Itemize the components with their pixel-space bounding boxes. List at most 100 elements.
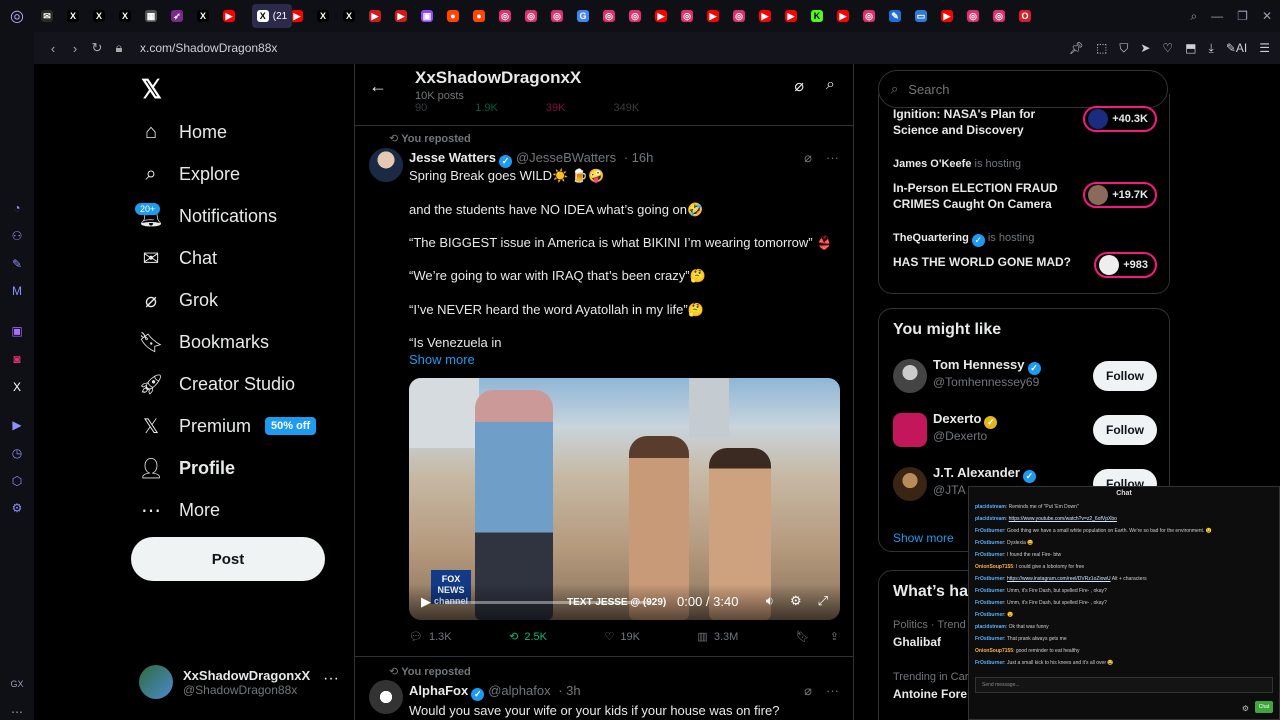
chat-username[interactable]: placidstream <box>975 516 1006 522</box>
space-title[interactable]: In-Person ELECTION FRAUD CRIMES Caught On… <box>893 180 1058 212</box>
download-icon[interactable]: ⤓ <box>1209 41 1214 56</box>
avatar[interactable] <box>369 148 403 182</box>
browser-tab[interactable]: ◎ <box>544 4 570 28</box>
video-player[interactable]: FOX NEWS channel ▶ TEXT JESSE @ (929) 0:… <box>409 378 840 620</box>
browser-tab[interactable]: ▶ <box>700 4 726 28</box>
grok-icon[interactable]: ⌀ <box>794 76 804 96</box>
back-arrow-icon[interactable]: ← <box>369 76 387 97</box>
play-icon[interactable]: ▶ <box>421 594 431 610</box>
volume-icon[interactable]: 🔉︎ <box>766 593 774 609</box>
fullscreen-icon[interactable]: ⤢ <box>818 593 828 609</box>
sidebar-settings-icon[interactable]: ⚙ <box>9 500 25 516</box>
sidebar-x-icon[interactable]: X <box>9 379 25 395</box>
more-dots-icon[interactable]: ··· <box>826 683 839 699</box>
sidebar-more-icon[interactable]: ⋯ <box>9 704 25 720</box>
browser-tab[interactable]: ◎ <box>596 4 622 28</box>
nav-item-bookmarks[interactable]: 🔖︎ Bookmarks <box>138 322 269 362</box>
browser-tab[interactable]: ▶ <box>934 4 960 28</box>
repost-count[interactable]: 1.9K <box>475 102 498 114</box>
space-listener-badge[interactable]: +983 <box>1094 252 1157 278</box>
views-button[interactable]: ▥ 3.3M <box>697 630 738 644</box>
forward-arrow-icon[interactable]: › <box>64 41 86 56</box>
nav-item-profile[interactable]: 👤︎ Profile <box>138 448 235 488</box>
nav-item-premium[interactable]: 𝕏 Premium 50% off <box>139 406 317 446</box>
chat-input[interactable]: Send message... <box>975 677 1273 693</box>
chat-username[interactable]: FrOstburner <box>975 528 1004 534</box>
menu-icon[interactable]: ☰ <box>1259 41 1270 55</box>
minimize-icon[interactable]: — <box>1211 9 1223 23</box>
sidebar-timer-icon[interactable]: ◔ <box>9 200 25 216</box>
like-button[interactable]: ♡ 19K <box>604 630 639 644</box>
browser-tab[interactable]: X <box>310 4 336 28</box>
show-more-link[interactable]: Show more <box>893 531 954 545</box>
browser-tab[interactable]: ✎ <box>882 4 908 28</box>
browser-tab[interactable]: O <box>1012 4 1038 28</box>
sidebar-history-icon[interactable]: ◷ <box>9 445 25 461</box>
browser-tab[interactable]: ▶ <box>648 4 674 28</box>
sidebar-instagram-icon[interactable]: ◙ <box>9 351 25 367</box>
nav-item-home[interactable]: ⌂ Home <box>139 112 227 152</box>
chat-username[interactable]: OnionSoup7155 <box>975 564 1013 570</box>
nav-item-explore[interactable]: ⌕ Explore <box>139 154 240 194</box>
search-icon[interactable]: ⌕ <box>826 76 835 96</box>
browser-tab[interactable]: ▶ <box>830 4 856 28</box>
browser-tab[interactable]: X <box>112 4 138 28</box>
x-logo-icon[interactable]: 𝕏 <box>141 74 162 105</box>
send-icon[interactable]: ➤ <box>1140 41 1150 55</box>
maximize-icon[interactable]: ❐ <box>1237 9 1248 23</box>
account-switcher[interactable]: XxShadowDragonxX @ShadowDragon88x ··· <box>139 662 339 702</box>
browser-tab[interactable]: ● <box>466 4 492 28</box>
sidebar-player-icon[interactable]: ▶ <box>9 417 25 433</box>
chat-username[interactable]: FrOstburner <box>975 576 1004 582</box>
space-listener-badge[interactable]: +40.3K <box>1083 106 1157 132</box>
wallet-icon[interactable]: ⬒ <box>1185 41 1196 55</box>
tab-active[interactable]: X (21 <box>252 4 292 28</box>
ai-button[interactable]: ✎AI <box>1226 41 1247 55</box>
post-button[interactable]: Post <box>131 537 325 581</box>
follow-button[interactable]: Follow <box>1093 415 1157 445</box>
avatar[interactable] <box>369 680 403 714</box>
nav-item-chat[interactable]: ✉ Chat <box>139 238 217 278</box>
chat-link[interactable]: https://www.instagram.com/reel/DVRz1oZio… <box>1007 576 1111 582</box>
trend-name[interactable]: Antoine Fore <box>893 687 967 701</box>
follow-button[interactable]: Follow <box>1093 361 1157 391</box>
opera-gx-logo-icon[interactable]: ◎ <box>0 0 34 32</box>
sidebar-m-icon[interactable]: M <box>9 284 25 300</box>
browser-tab[interactable]: ◎ <box>518 4 544 28</box>
chat-username[interactable]: OnionSoup7155 <box>975 648 1013 654</box>
chat-username[interactable]: FrOstburner <box>975 660 1004 666</box>
chat-username[interactable]: placidstream <box>975 624 1006 630</box>
browser-tab[interactable]: X <box>60 4 86 28</box>
browser-tab[interactable]: ▶ <box>216 4 242 28</box>
grok-icon[interactable]: ⌀ <box>804 150 812 166</box>
space-title[interactable]: HAS THE WORLD GONE MAD? <box>893 254 1071 270</box>
browser-tab[interactable]: ◎ <box>674 4 700 28</box>
grok-icon[interactable]: ⌀ <box>804 683 812 699</box>
browser-tab[interactable]: ▦ <box>138 4 164 28</box>
tweet-author[interactable]: AlphaFox ✓ @alphafox · 3h <box>409 683 581 701</box>
close-window-icon[interactable]: ✕ <box>1262 9 1272 23</box>
tweet-author[interactable]: Jesse Watters ✓ @JesseBWatters · 16h <box>409 150 653 168</box>
space-title[interactable]: Ignition: NASA's Plan for Science and Dis… <box>893 106 1035 138</box>
browser-tab[interactable]: ◎ <box>856 4 882 28</box>
url-field[interactable]: x.com/ShadowDragon88x <box>140 41 277 55</box>
browser-tab[interactable]: ▶ <box>362 4 388 28</box>
sidebar-extensions-icon[interactable]: ⬡ <box>9 473 25 489</box>
nav-item-notifications[interactable]: 🔔︎ 20+ Notifications <box>135 196 277 236</box>
browser-tab[interactable]: ▭ <box>908 4 934 28</box>
browser-tab[interactable]: K <box>804 4 830 28</box>
sidebar-twitch-icon[interactable]: ▣ <box>9 323 25 339</box>
chat-username[interactable]: FrOstburner <box>975 636 1004 642</box>
more-dots-icon[interactable]: ··· <box>323 670 339 688</box>
chat-username[interactable]: FrOstburner <box>975 552 1004 558</box>
shield-icon[interactable]: ⛉ <box>1119 41 1128 56</box>
browser-tab[interactable]: ▶ <box>752 4 778 28</box>
sidebar-edit-icon[interactable]: ✎ <box>9 256 25 272</box>
nav-item-more[interactable]: ⋯ More <box>139 490 220 530</box>
view-count[interactable]: 349K <box>613 102 639 114</box>
chat-username[interactable]: placidstream <box>975 504 1006 510</box>
chat-username[interactable]: FrOstburner <box>975 612 1004 618</box>
chat-username[interactable]: FrOstburner <box>975 600 1004 606</box>
share-icon[interactable]: ⇪ <box>830 630 839 643</box>
reply-button[interactable]: 💬︎ 1.3K <box>409 630 452 644</box>
